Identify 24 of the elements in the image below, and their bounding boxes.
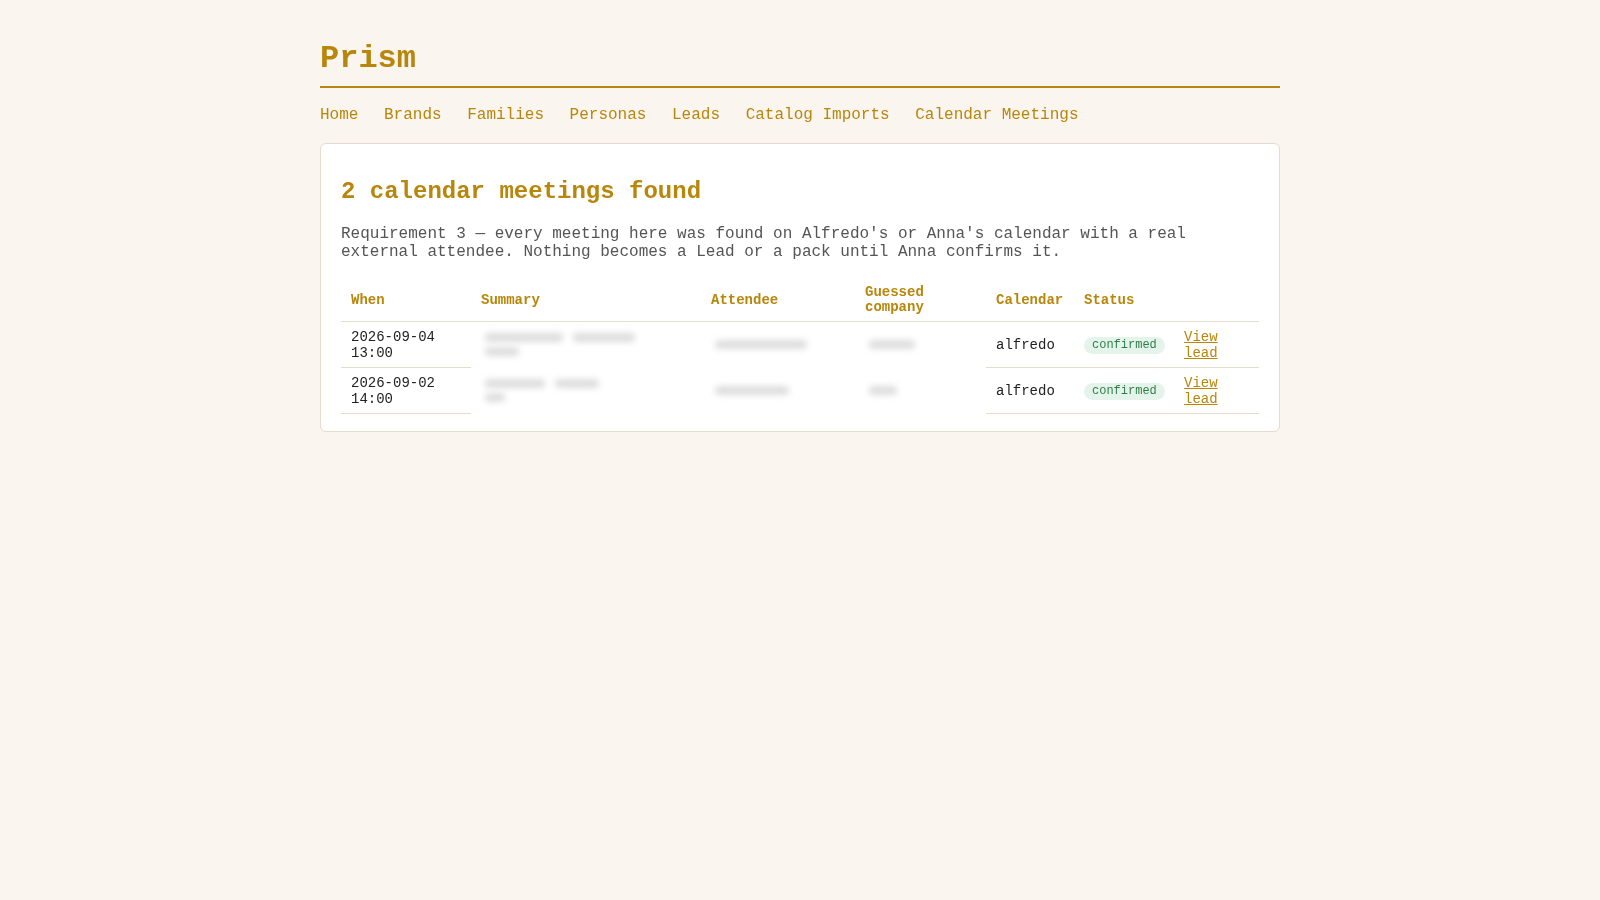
nav-link[interactable]: Catalog Imports (745, 106, 890, 124)
nav-link[interactable]: Personas (569, 106, 647, 124)
table-cell: 2026-09-04 13:00 (341, 321, 471, 368)
nav-link[interactable]: Families (467, 106, 544, 124)
view-lead-link[interactable]: View lead (1184, 328, 1249, 361)
column-header: Attendee (701, 279, 855, 322)
status-badge: confirmed (1084, 382, 1165, 400)
nav-link[interactable]: Home (320, 106, 359, 124)
nav-link[interactable]: Calendar Meetings (915, 106, 1079, 124)
table-cell: alfredo (986, 367, 1074, 414)
column-header: Calendar (986, 279, 1074, 322)
column-header: Status (1074, 279, 1174, 322)
page-heading: 2 calendar meetings found (341, 178, 702, 205)
view-lead-link[interactable]: View lead (1184, 374, 1249, 407)
column-header: Guessed company (855, 279, 986, 322)
table-cell: alfredo (986, 321, 1074, 368)
nav-link[interactable]: Leads (672, 106, 721, 124)
table-cell: 2026-09-02 14:00 (341, 367, 471, 414)
description-text: Requirement 3 — every meeting here was found on Alfredo's or Anna's calendar with a real external attendee. Nothing becomes a Lead or a pack until Anna confirms it. (341, 225, 1187, 261)
app-title: Prism (320, 40, 416, 77)
column-header: Summary (471, 279, 701, 322)
nav-link[interactable]: Brands (384, 106, 442, 124)
column-header: When (341, 279, 471, 322)
status-badge: confirmed (1084, 336, 1165, 354)
